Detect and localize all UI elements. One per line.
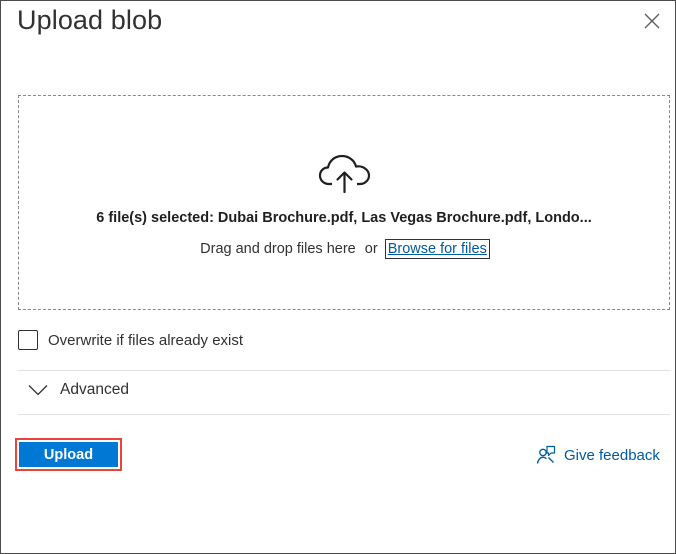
- overwrite-label: Overwrite if files already exist: [48, 331, 244, 349]
- overwrite-checkbox[interactable]: [18, 330, 38, 350]
- panel-title: Upload blob: [17, 5, 163, 35]
- drag-drop-text: Drag and drop files here: [200, 241, 356, 257]
- give-feedback-link[interactable]: Give feedback: [536, 445, 660, 465]
- advanced-label: Advanced: [60, 381, 129, 398]
- file-drop-zone[interactable]: 6 file(s) selected: Dubai Brochure.pdf, …: [18, 95, 670, 310]
- close-button[interactable]: [641, 10, 663, 32]
- divider-bottom: [18, 414, 670, 415]
- feedback-icon: [536, 445, 556, 464]
- upload-blob-panel: Upload blob 6 file(s) selected: Dubai Br…: [0, 0, 676, 554]
- divider-top: [18, 370, 670, 371]
- upload-button-label: Upload: [19, 442, 118, 467]
- or-text: or: [364, 241, 378, 257]
- upload-button[interactable]: Upload: [15, 438, 122, 471]
- chevron-down-icon: [28, 385, 48, 396]
- drag-drop-line: Drag and drop files here or Browse for f…: [19, 239, 669, 259]
- give-feedback-label: Give feedback: [564, 446, 660, 464]
- cloud-upload-icon: [318, 154, 371, 194]
- close-icon: [644, 13, 660, 29]
- browse-files-link[interactable]: Browse for files: [384, 239, 490, 259]
- selected-files-text: 6 file(s) selected: Dubai Brochure.pdf, …: [96, 210, 592, 226]
- advanced-toggle[interactable]: Advanced: [28, 381, 129, 399]
- overwrite-option[interactable]: Overwrite if files already exist: [18, 330, 243, 350]
